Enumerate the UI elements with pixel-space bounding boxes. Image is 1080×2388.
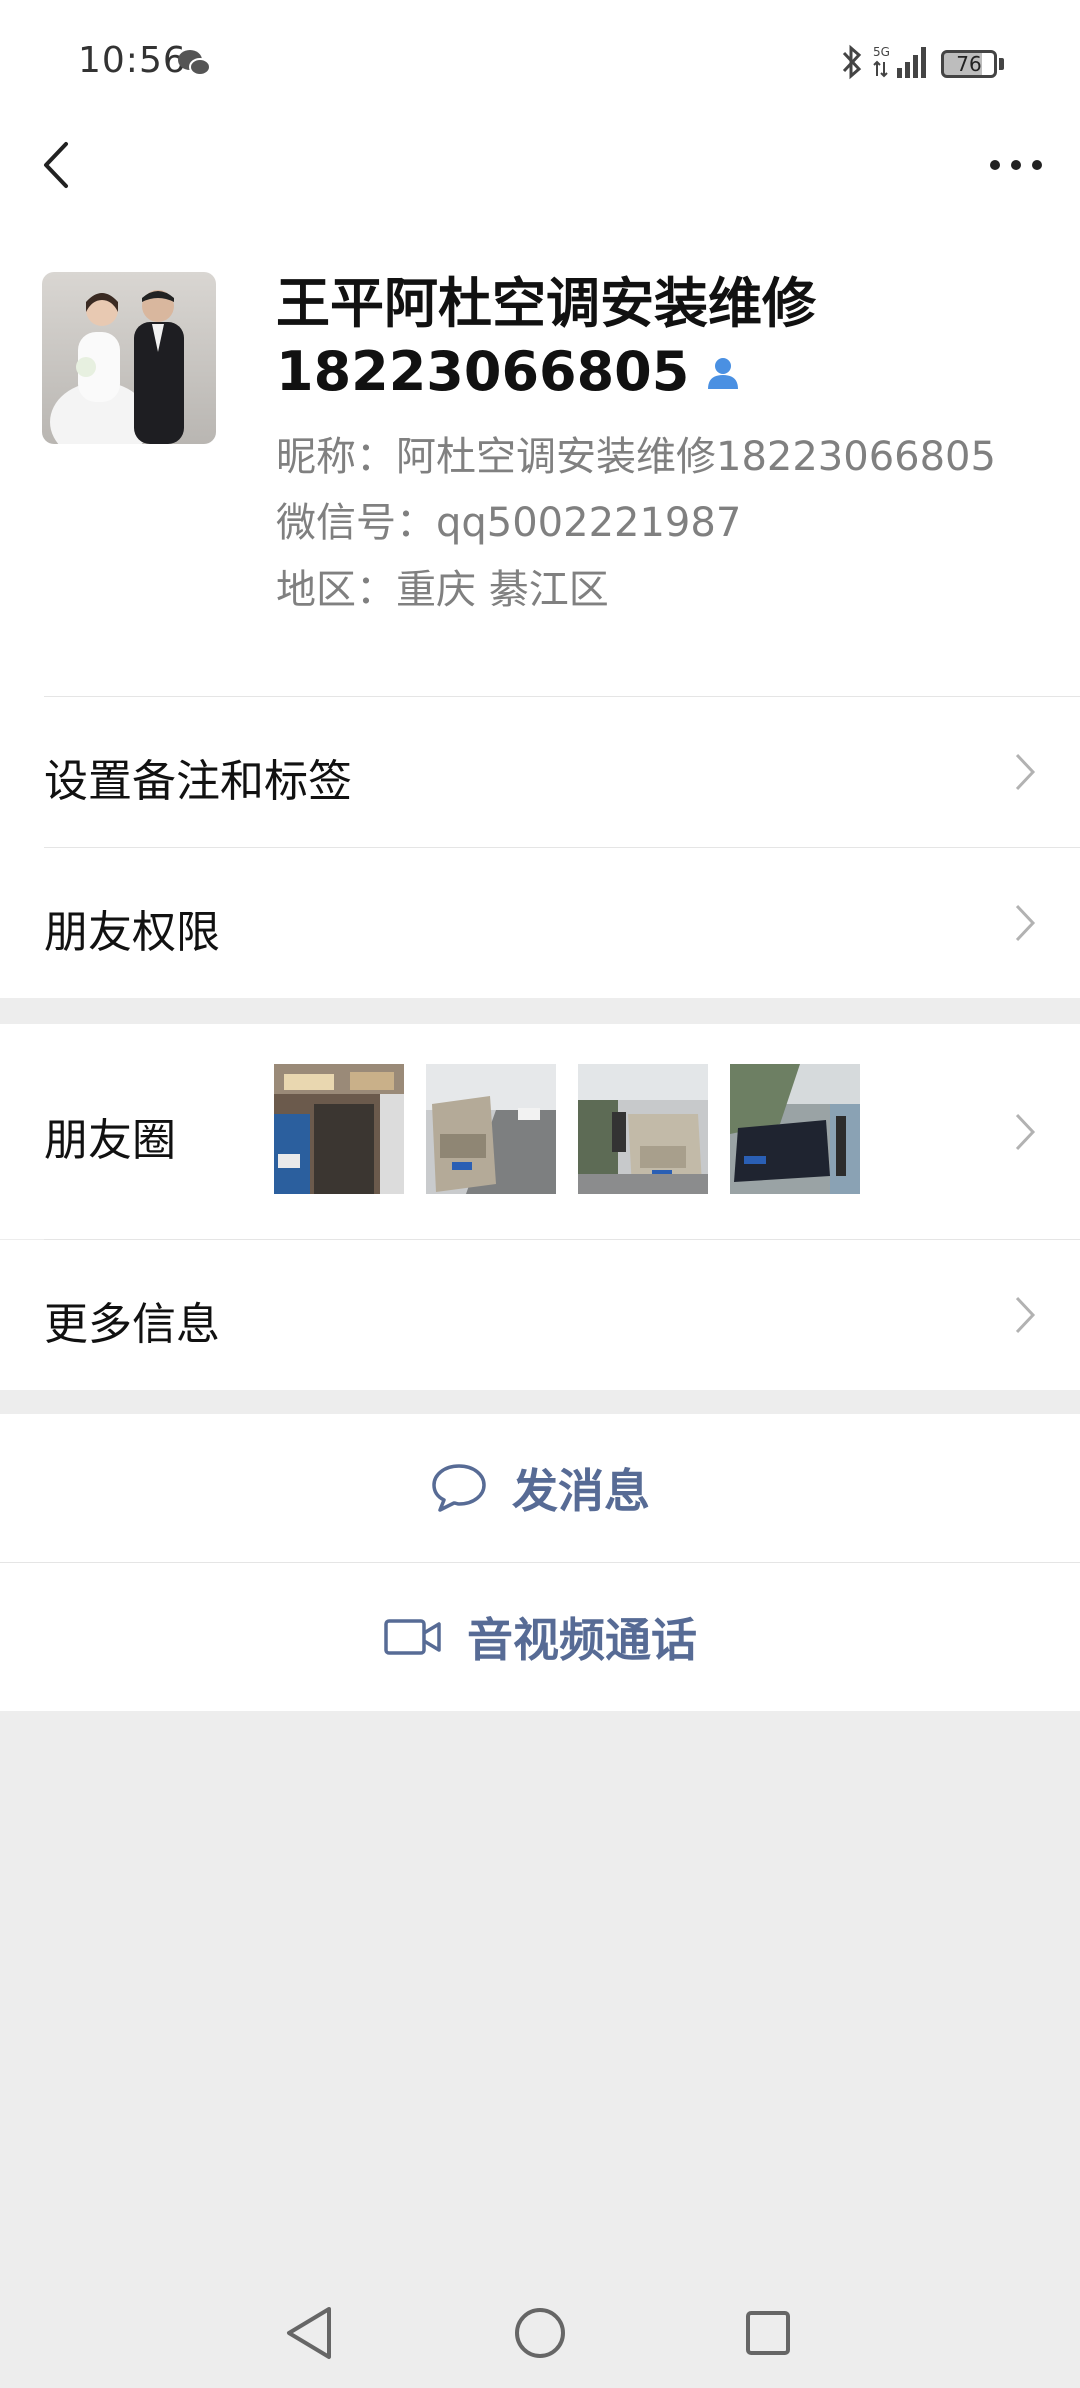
wechat-notification-icon [176,48,212,82]
permissions-label: 朋友权限 [44,907,220,958]
status-bar: 10:56 5G 76 [0,0,1080,126]
more-button[interactable] [976,140,1056,190]
more-info-label: 更多信息 [44,1299,220,1350]
region: 地区：重庆 綦江区 [276,567,609,613]
moments-row[interactable]: 朋友圈 [0,1024,1080,1239]
send-message-button[interactable]: 发消息 [0,1414,1080,1562]
nav-home-button[interactable] [505,2298,575,2368]
chevron-right-icon [1014,903,1036,947]
section-gap [0,998,1080,1024]
moments-photo [730,1064,860,1194]
moments-label: 朋友圈 [44,1115,176,1166]
moments-photo [426,1064,556,1194]
circle-home-icon [515,2308,565,2358]
remark-label: 设置备注和标签 [44,756,352,807]
permissions-row[interactable]: 朋友权限 [0,848,1080,998]
nav-recents-button[interactable] [733,2298,803,2368]
square-recents-icon [746,2311,790,2355]
chat-bubble-icon [432,1464,486,1512]
network-type: 5G [873,45,890,59]
signal-icon: 5G [873,44,931,84]
chevron-right-icon [1014,1295,1036,1339]
chevron-right-icon [1014,752,1036,796]
chevron-right-icon [1014,1112,1036,1156]
nav-back-button[interactable] [274,2298,344,2368]
battery-icon: 76 [941,50,997,78]
display-name: 王平阿杜空调安装维修 18223066805 [276,270,1036,409]
avatar[interactable] [42,272,216,444]
nickname: 昵称：阿杜空调安装维修18223066805 [276,434,996,480]
wechat-id: 微信号：qq5002221987 [276,500,742,546]
battery-cap [999,58,1004,70]
more-icon [990,160,1042,170]
moments-thumbnails [274,1064,860,1194]
section-gap [0,1390,1080,1414]
back-button[interactable] [30,132,80,198]
video-camera-icon [384,1619,441,1655]
battery-level: 76 [956,52,982,76]
system-nav-bar [0,2270,1080,2388]
send-message-label: 发消息 [512,1464,650,1518]
triangle-back-icon [287,2307,331,2359]
contact-icon [703,341,743,409]
video-call-button[interactable]: 音视频通话 [0,1563,1080,1711]
status-indicators: 5G 76 [841,44,1004,84]
moments-photo [274,1064,404,1194]
video-call-label: 音视频通话 [467,1613,697,1667]
remark-row[interactable]: 设置备注和标签 [0,697,1080,847]
more-info-row[interactable]: 更多信息 [0,1240,1080,1390]
bluetooth-icon [841,44,863,84]
back-icon [44,142,68,188]
moments-photo [578,1064,708,1194]
status-time: 10:56 [78,40,187,81]
